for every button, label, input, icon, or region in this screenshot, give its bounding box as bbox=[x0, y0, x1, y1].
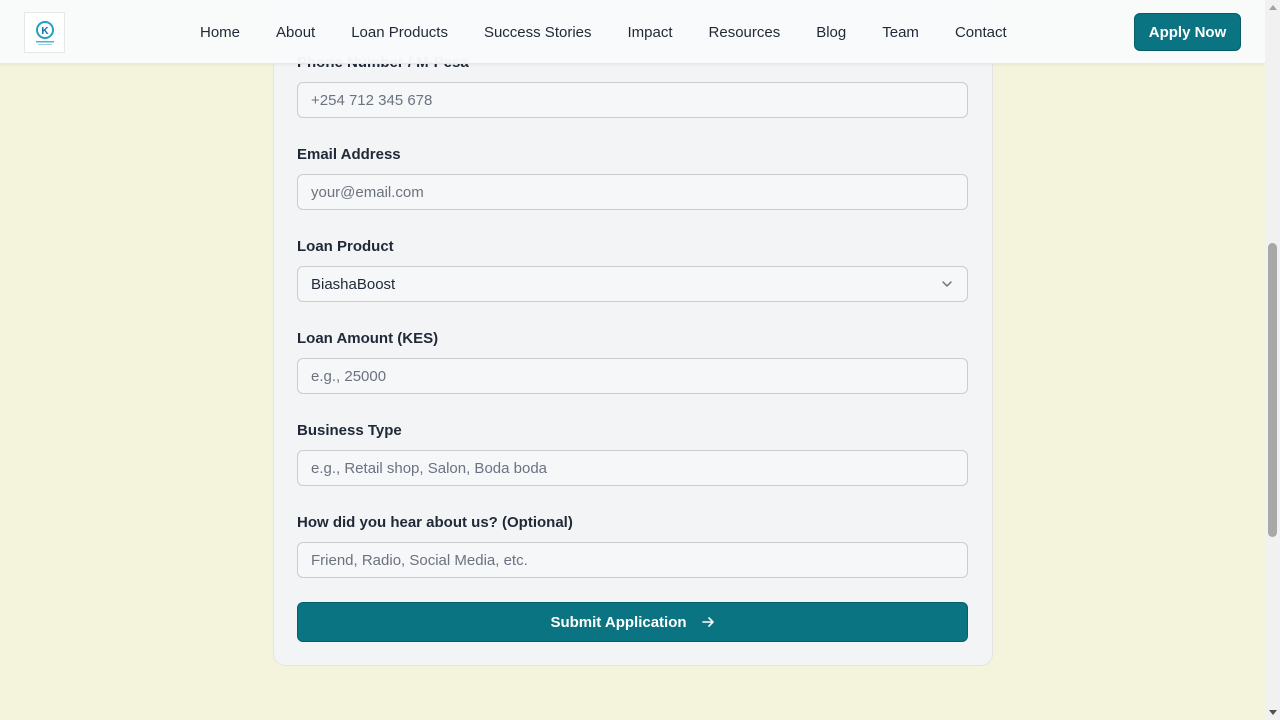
nav-contact[interactable]: Contact bbox=[955, 24, 1007, 41]
referral-label: How did you hear about us? (Optional) bbox=[297, 514, 573, 531]
scroll-down-arrow-icon[interactable] bbox=[1269, 710, 1277, 715]
site-header: K Home About Loan Products Success Stori… bbox=[0, 0, 1265, 64]
nav-impact[interactable]: Impact bbox=[628, 24, 673, 41]
submit-label: Submit Application bbox=[550, 613, 687, 631]
nav-loan-products[interactable]: Loan Products bbox=[351, 24, 448, 41]
loan-product-label: Loan Product bbox=[297, 238, 394, 255]
apply-now-button[interactable]: Apply Now bbox=[1134, 13, 1241, 51]
nav-home[interactable]: Home bbox=[200, 24, 240, 41]
scrollbar-thumb[interactable] bbox=[1268, 243, 1277, 537]
logo-icon: K bbox=[35, 20, 54, 45]
nav-success-stories[interactable]: Success Stories bbox=[484, 24, 592, 41]
email-input[interactable] bbox=[297, 174, 968, 210]
email-label: Email Address bbox=[297, 146, 401, 163]
submit-application-button[interactable]: Submit Application bbox=[297, 602, 968, 642]
loan-amount-label: Loan Amount (KES) bbox=[297, 330, 439, 347]
loan-amount-input[interactable] bbox=[297, 358, 968, 394]
nav-team[interactable]: Team bbox=[882, 24, 919, 41]
nav-resources[interactable]: Resources bbox=[709, 24, 781, 41]
business-type-input[interactable] bbox=[297, 450, 968, 486]
svg-text:K: K bbox=[41, 26, 49, 37]
loan-product-value: BiashaBoost bbox=[311, 275, 396, 293]
nav-about[interactable]: About bbox=[276, 24, 315, 41]
phone-input[interactable] bbox=[297, 82, 968, 118]
scroll-up-arrow-icon[interactable] bbox=[1269, 5, 1277, 10]
main-nav: Home About Loan Products Success Stories… bbox=[200, 0, 1007, 64]
loan-product-select[interactable]: BiashaBoost bbox=[297, 266, 968, 302]
nav-blog[interactable]: Blog bbox=[816, 24, 846, 41]
company-logo[interactable]: K bbox=[24, 12, 65, 53]
business-type-label: Business Type bbox=[297, 422, 402, 439]
referral-input[interactable] bbox=[297, 542, 968, 578]
vertical-scrollbar[interactable] bbox=[1265, 0, 1280, 720]
chevron-down-icon bbox=[942, 281, 952, 287]
arrow-right-icon bbox=[701, 617, 714, 627]
